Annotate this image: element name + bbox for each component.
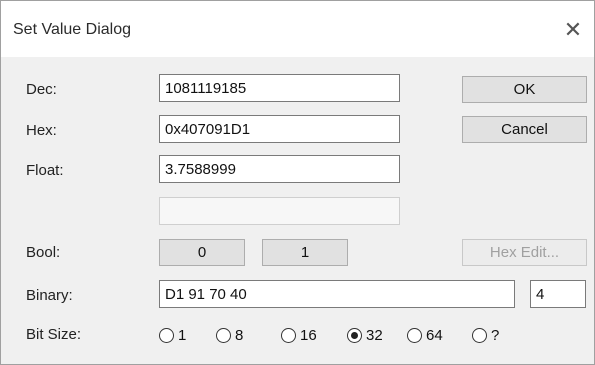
bool-1-button[interactable]: 1 [262, 239, 348, 266]
bool-label: Bool: [26, 244, 61, 261]
bit-size-radio-64[interactable]: 64 [407, 324, 443, 346]
binary-label: Binary: [26, 287, 73, 304]
radio-circle [407, 327, 422, 343]
binary-field[interactable]: D1 91 70 40 [159, 280, 515, 308]
close-icon[interactable]: ✕ [558, 15, 588, 45]
float-label: Float: [26, 162, 64, 179]
bit-size-radio-8[interactable]: 8 [216, 324, 243, 346]
bool-0-button[interactable]: 0 [159, 239, 245, 266]
radio-label: ? [491, 326, 500, 344]
hex-edit-button: Hex Edit... [462, 239, 587, 266]
bit-size-label: Bit Size: [26, 326, 82, 343]
radio-circle [472, 327, 487, 343]
radio-label: 64 [426, 326, 443, 344]
radio-circle-selected [347, 327, 362, 343]
radio-label: 32 [366, 326, 383, 344]
bit-size-radio-unknown[interactable]: ? [472, 324, 499, 346]
dec-label: Dec: [26, 81, 57, 98]
bit-size-radio-1[interactable]: 1 [159, 324, 186, 346]
hex-label: Hex: [26, 122, 57, 139]
radio-label: 8 [235, 326, 244, 344]
radio-circle [159, 327, 174, 343]
hex-field[interactable]: 0x407091D1 [159, 115, 400, 143]
title-bar: Set Value Dialog ✕ [1, 1, 594, 57]
float-field[interactable]: 3.7588999 [159, 155, 400, 183]
cancel-button[interactable]: Cancel [462, 116, 587, 143]
byte-count-field[interactable]: 4 [530, 280, 586, 308]
radio-circle [281, 327, 296, 343]
ok-button[interactable]: OK [462, 76, 587, 103]
radio-label: 1 [178, 326, 187, 344]
set-value-dialog: Set Value Dialog ✕ Dec: Hex: Float: Bool… [0, 0, 595, 365]
radio-label: 16 [300, 326, 317, 344]
extra-field [159, 197, 400, 225]
dec-field[interactable]: 1081119185 [159, 74, 400, 102]
bit-size-radio-32[interactable]: 32 [347, 324, 383, 346]
dialog-title: Set Value Dialog [13, 21, 131, 38]
bit-size-radio-16[interactable]: 16 [281, 324, 317, 346]
radio-circle [216, 327, 231, 343]
